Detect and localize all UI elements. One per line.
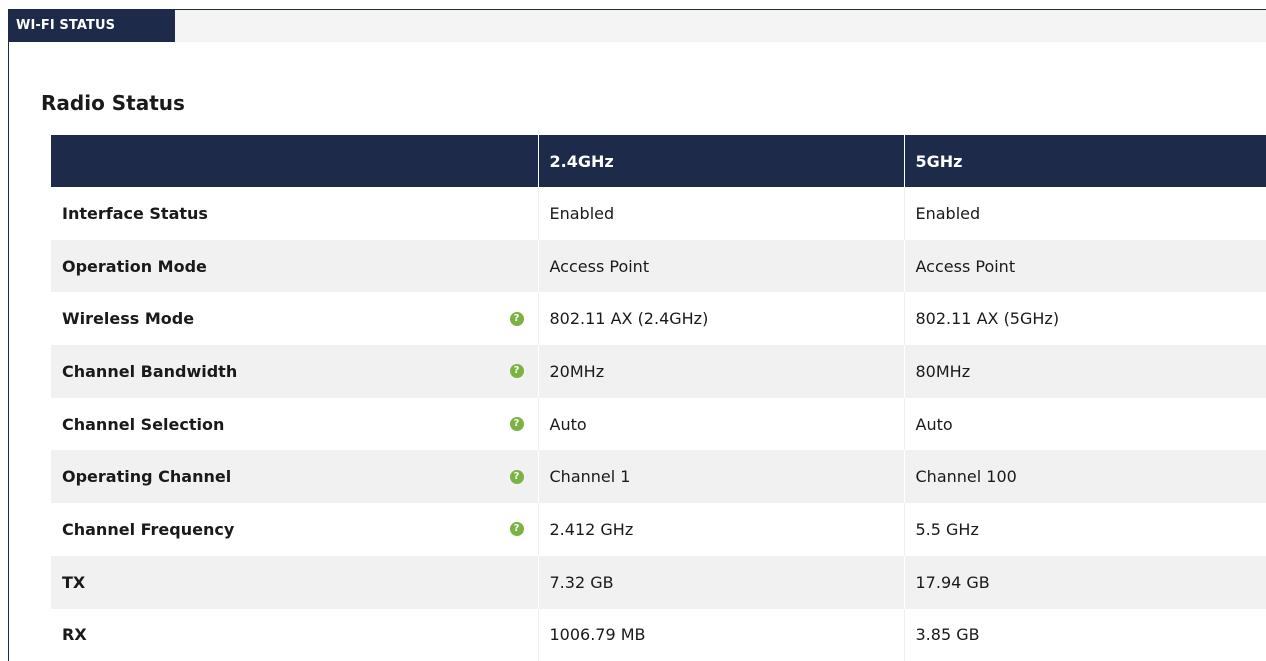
value-2-4ghz: 802.11 AX (2.4GHz): [538, 292, 905, 346]
table-row: Wireless Mode ? 802.11 AX (2.4GHz) 802.1…: [51, 292, 1266, 346]
value-5ghz: 5.5 GHz: [904, 503, 1266, 556]
row-label-cell: Channel Selection ?: [51, 397, 539, 451]
value-2-4ghz: 20MHz: [538, 345, 905, 398]
tab-strip: WI-FI STATUS: [9, 10, 1266, 42]
question-mark-icon[interactable]: ?: [509, 364, 524, 379]
question-mark-icon[interactable]: ?: [509, 522, 524, 537]
row-label-cell: Operation Mode ?: [51, 239, 539, 293]
value-5ghz: 17.94 GB: [904, 555, 1266, 609]
question-mark-icon[interactable]: ?: [509, 417, 524, 432]
table-row: Channel Bandwidth ? 20MHz 80MHz: [51, 345, 1266, 398]
value-5ghz: 3.85 GB: [904, 608, 1266, 661]
row-label: Operation Mode: [62, 256, 207, 276]
value-2-4ghz: 1006.79 MB: [538, 608, 905, 661]
value-5ghz: Channel 100: [904, 450, 1266, 504]
value-2-4ghz: 2.412 GHz: [538, 503, 905, 556]
table-header-row: 2.4GHz 5GHz: [51, 135, 1266, 187]
value-5ghz: Enabled: [904, 187, 1266, 240]
tab-wifi-status[interactable]: WI-FI STATUS: [9, 10, 175, 42]
value-5ghz: 80MHz: [904, 345, 1266, 398]
table-row: RX ? 1006.79 MB 3.85 GB: [51, 608, 1266, 661]
section-title: Radio Status: [41, 91, 185, 115]
row-label: RX: [62, 625, 87, 645]
row-label: Channel Selection: [62, 414, 225, 434]
row-label-cell: TX ?: [51, 555, 539, 609]
column-header-label: [51, 135, 539, 187]
value-2-4ghz: Auto: [538, 397, 905, 451]
row-label: TX: [62, 572, 86, 592]
radio-status-table: 2.4GHz 5GHz Interface Status ? Enabled E…: [51, 135, 1266, 661]
table-row: Operating Channel ? Channel 1 Channel 10…: [51, 450, 1266, 504]
value-2-4ghz: Enabled: [538, 187, 905, 240]
table-row: Channel Selection ? Auto Auto: [51, 397, 1266, 451]
table-row: TX ? 7.32 GB 17.94 GB: [51, 555, 1266, 609]
question-mark-icon[interactable]: ?: [509, 469, 524, 484]
wifi-status-panel: WI-FI STATUS Radio Status 2.4GHz 5GHz In…: [8, 9, 1266, 661]
value-2-4ghz: 7.32 GB: [538, 555, 905, 609]
question-mark-icon[interactable]: ?: [509, 311, 524, 326]
row-label-cell: Channel Frequency ?: [51, 503, 539, 556]
value-5ghz: Auto: [904, 397, 1266, 451]
value-2-4ghz: Channel 1: [538, 450, 905, 504]
row-label: Operating Channel: [62, 467, 232, 487]
table-row: Operation Mode ? Access Point Access Poi…: [51, 239, 1266, 293]
row-label-cell: Wireless Mode ?: [51, 292, 539, 346]
row-label-cell: RX ?: [51, 608, 539, 661]
value-2-4ghz: Access Point: [538, 239, 905, 293]
value-5ghz: Access Point: [904, 239, 1266, 293]
row-label: Interface Status: [62, 203, 208, 223]
column-header-5ghz: 5GHz: [904, 135, 1266, 187]
row-label: Wireless Mode: [62, 309, 195, 329]
row-label: Channel Bandwidth: [62, 361, 238, 381]
column-header-2-4ghz: 2.4GHz: [538, 135, 905, 187]
row-label-cell: Operating Channel ?: [51, 450, 539, 504]
row-label-cell: Channel Bandwidth ?: [51, 345, 539, 398]
row-label: Channel Frequency: [62, 519, 235, 539]
table-row: Channel Frequency ? 2.412 GHz 5.5 GHz: [51, 503, 1266, 556]
row-label-cell: Interface Status ?: [51, 187, 539, 240]
table-row: Interface Status ? Enabled Enabled: [51, 187, 1266, 240]
value-5ghz: 802.11 AX (5GHz): [904, 292, 1266, 346]
